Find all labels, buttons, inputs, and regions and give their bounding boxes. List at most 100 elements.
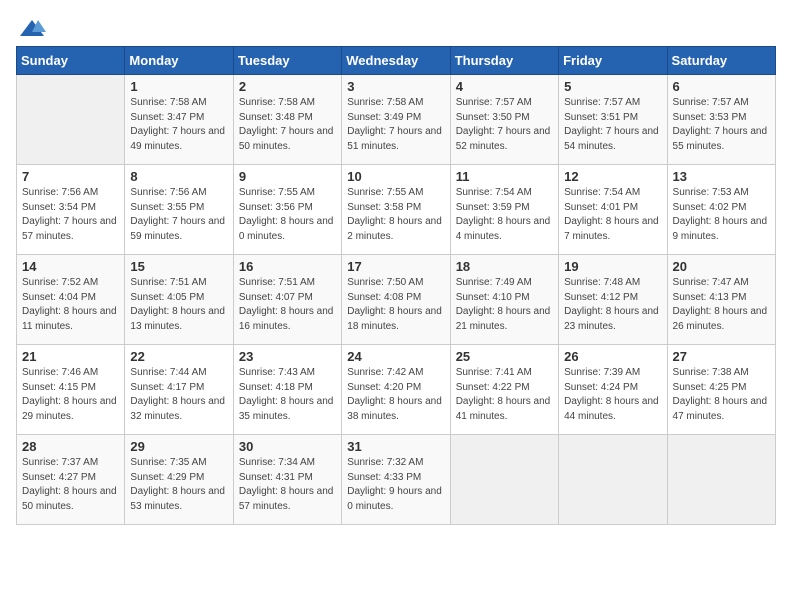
calendar-day-cell: 4 Sunrise: 7:57 AMSunset: 3:50 PMDaylight… xyxy=(450,75,558,165)
calendar-day-cell: 12Sunrise: 7:54 AMSunset: 4:01 PMDayligh… xyxy=(559,165,667,255)
calendar-day-cell: 27 Sunrise: 7:38 AMSunset: 4:25 PMDayligh… xyxy=(667,345,775,435)
day-info: Sunrise: 7:50 AMSunset: 4:08 PMDaylight:… xyxy=(347,276,444,334)
day-info: Sunrise: 7:57 AMSunset: 3:50 PMDaylight:… xyxy=(456,96,553,154)
day-info: Sunrise: 7:42 AMSunset: 4:20 PMDaylight:… xyxy=(347,366,444,424)
calendar-day-cell: 16 Sunrise: 7:51 AMSunset: 4:07 PMDayligh… xyxy=(233,255,341,345)
calendar-day-cell: 23 Sunrise: 7:43 AMSunset: 4:18 PMDayligh… xyxy=(233,345,341,435)
calendar-day-cell: 15 Sunrise: 7:51 AMSunset: 4:05 PMDayligh… xyxy=(125,255,233,345)
calendar-header: SundayMondayTuesdayWednesdayThursdayFrid… xyxy=(17,47,776,75)
calendar-day-cell: 3 Sunrise: 7:58 AMSunset: 3:49 PMDaylight… xyxy=(342,75,450,165)
day-number: 13 xyxy=(673,169,770,184)
day-number: 26 xyxy=(564,349,661,364)
calendar-day-cell: 25Sunrise: 7:41 AMSunset: 4:22 PMDayligh… xyxy=(450,345,558,435)
day-number: 27 xyxy=(673,349,770,364)
day-number: 20 xyxy=(673,259,770,274)
calendar-day-cell: 29Sunrise: 7:35 AMSunset: 4:29 PMDayligh… xyxy=(125,435,233,525)
day-number: 2 xyxy=(239,79,336,94)
calendar-week-row: 21 Sunrise: 7:46 AMSunset: 4:15 PMDayligh… xyxy=(17,345,776,435)
day-number: 1 xyxy=(130,79,227,94)
day-number: 3 xyxy=(347,79,444,94)
day-info: Sunrise: 7:49 AMSunset: 4:10 PMDaylight:… xyxy=(456,276,553,334)
day-info: Sunrise: 7:53 AMSunset: 4:02 PMDaylight:… xyxy=(673,186,770,244)
calendar-day-cell: 10 Sunrise: 7:55 AMSunset: 3:58 PMDayligh… xyxy=(342,165,450,255)
calendar-day-cell xyxy=(559,435,667,525)
day-info: Sunrise: 7:52 AMSunset: 4:04 PMDaylight:… xyxy=(22,276,119,334)
calendar-week-row: 1 Sunrise: 7:58 AMSunset: 3:47 PMDaylight… xyxy=(17,75,776,165)
day-number: 14 xyxy=(22,259,119,274)
day-info: Sunrise: 7:48 AMSunset: 4:12 PMDaylight:… xyxy=(564,276,661,334)
calendar-day-cell: 22 Sunrise: 7:44 AMSunset: 4:17 PMDayligh… xyxy=(125,345,233,435)
calendar-day-cell: 26Sunrise: 7:39 AMSunset: 4:24 PMDayligh… xyxy=(559,345,667,435)
weekday-header-monday: Monday xyxy=(125,47,233,75)
day-number: 31 xyxy=(347,439,444,454)
day-number: 7 xyxy=(22,169,119,184)
day-number: 10 xyxy=(347,169,444,184)
day-info: Sunrise: 7:43 AMSunset: 4:18 PMDaylight:… xyxy=(239,366,336,424)
day-info: Sunrise: 7:57 AMSunset: 3:53 PMDaylight:… xyxy=(673,96,770,154)
calendar-day-cell: 18Sunrise: 7:49 AMSunset: 4:10 PMDayligh… xyxy=(450,255,558,345)
weekday-header-row: SundayMondayTuesdayWednesdayThursdayFrid… xyxy=(17,47,776,75)
calendar-table: SundayMondayTuesdayWednesdayThursdayFrid… xyxy=(16,46,776,525)
day-info: Sunrise: 7:51 AMSunset: 4:07 PMDaylight:… xyxy=(239,276,336,334)
calendar-day-cell: 7 Sunrise: 7:56 AMSunset: 3:54 PMDaylight… xyxy=(17,165,125,255)
day-info: Sunrise: 7:41 AMSunset: 4:22 PMDaylight:… xyxy=(456,366,553,424)
day-number: 6 xyxy=(673,79,770,94)
day-number: 29 xyxy=(130,439,227,454)
calendar-day-cell xyxy=(667,435,775,525)
day-info: Sunrise: 7:56 AMSunset: 3:54 PMDaylight:… xyxy=(22,186,119,244)
day-number: 17 xyxy=(347,259,444,274)
calendar-day-cell: 24 Sunrise: 7:42 AMSunset: 4:20 PMDayligh… xyxy=(342,345,450,435)
calendar-day-cell: 6 Sunrise: 7:57 AMSunset: 3:53 PMDaylight… xyxy=(667,75,775,165)
calendar-day-cell: 9Sunrise: 7:55 AMSunset: 3:56 PMDaylight… xyxy=(233,165,341,255)
calendar-day-cell: 30Sunrise: 7:34 AMSunset: 4:31 PMDayligh… xyxy=(233,435,341,525)
day-number: 22 xyxy=(130,349,227,364)
day-number: 4 xyxy=(456,79,553,94)
day-info: Sunrise: 7:51 AMSunset: 4:05 PMDaylight:… xyxy=(130,276,227,334)
weekday-header-tuesday: Tuesday xyxy=(233,47,341,75)
calendar-day-cell: 21 Sunrise: 7:46 AMSunset: 4:15 PMDayligh… xyxy=(17,345,125,435)
day-number: 15 xyxy=(130,259,227,274)
weekday-header-friday: Friday xyxy=(559,47,667,75)
logo-icon xyxy=(18,16,46,44)
day-info: Sunrise: 7:58 AMSunset: 3:47 PMDaylight:… xyxy=(130,96,227,154)
day-info: Sunrise: 7:55 AMSunset: 3:58 PMDaylight:… xyxy=(347,186,444,244)
calendar-day-cell xyxy=(17,75,125,165)
day-info: Sunrise: 7:44 AMSunset: 4:17 PMDaylight:… xyxy=(130,366,227,424)
day-info: Sunrise: 7:38 AMSunset: 4:25 PMDaylight:… xyxy=(673,366,770,424)
calendar-body: 1 Sunrise: 7:58 AMSunset: 3:47 PMDaylight… xyxy=(17,75,776,525)
weekday-header-sunday: Sunday xyxy=(17,47,125,75)
weekday-header-wednesday: Wednesday xyxy=(342,47,450,75)
calendar-day-cell: 2 Sunrise: 7:58 AMSunset: 3:48 PMDaylight… xyxy=(233,75,341,165)
day-info: Sunrise: 7:46 AMSunset: 4:15 PMDaylight:… xyxy=(22,366,119,424)
day-number: 16 xyxy=(239,259,336,274)
calendar-day-cell: 8 Sunrise: 7:56 AMSunset: 3:55 PMDaylight… xyxy=(125,165,233,255)
day-info: Sunrise: 7:34 AMSunset: 4:31 PMDaylight:… xyxy=(239,456,336,514)
calendar-day-cell: 11 Sunrise: 7:54 AMSunset: 3:59 PMDayligh… xyxy=(450,165,558,255)
calendar-day-cell: 28Sunrise: 7:37 AMSunset: 4:27 PMDayligh… xyxy=(17,435,125,525)
day-number: 28 xyxy=(22,439,119,454)
day-number: 8 xyxy=(130,169,227,184)
weekday-header-saturday: Saturday xyxy=(667,47,775,75)
day-number: 11 xyxy=(456,169,553,184)
calendar-day-cell: 31Sunrise: 7:32 AMSunset: 4:33 PMDayligh… xyxy=(342,435,450,525)
calendar-week-row: 28Sunrise: 7:37 AMSunset: 4:27 PMDayligh… xyxy=(17,435,776,525)
day-info: Sunrise: 7:54 AMSunset: 3:59 PMDaylight:… xyxy=(456,186,553,244)
day-info: Sunrise: 7:57 AMSunset: 3:51 PMDaylight:… xyxy=(564,96,661,154)
day-info: Sunrise: 7:47 AMSunset: 4:13 PMDaylight:… xyxy=(673,276,770,334)
day-number: 9 xyxy=(239,169,336,184)
page-header xyxy=(16,16,776,38)
calendar-day-cell: 17 Sunrise: 7:50 AMSunset: 4:08 PMDayligh… xyxy=(342,255,450,345)
day-info: Sunrise: 7:58 AMSunset: 3:48 PMDaylight:… xyxy=(239,96,336,154)
day-number: 19 xyxy=(564,259,661,274)
calendar-week-row: 14 Sunrise: 7:52 AMSunset: 4:04 PMDayligh… xyxy=(17,255,776,345)
calendar-day-cell xyxy=(450,435,558,525)
weekday-header-thursday: Thursday xyxy=(450,47,558,75)
day-number: 23 xyxy=(239,349,336,364)
day-number: 24 xyxy=(347,349,444,364)
calendar-day-cell: 1 Sunrise: 7:58 AMSunset: 3:47 PMDaylight… xyxy=(125,75,233,165)
logo xyxy=(16,16,46,38)
calendar-day-cell: 13 Sunrise: 7:53 AMSunset: 4:02 PMDayligh… xyxy=(667,165,775,255)
day-info: Sunrise: 7:56 AMSunset: 3:55 PMDaylight:… xyxy=(130,186,227,244)
day-number: 21 xyxy=(22,349,119,364)
day-info: Sunrise: 7:58 AMSunset: 3:49 PMDaylight:… xyxy=(347,96,444,154)
